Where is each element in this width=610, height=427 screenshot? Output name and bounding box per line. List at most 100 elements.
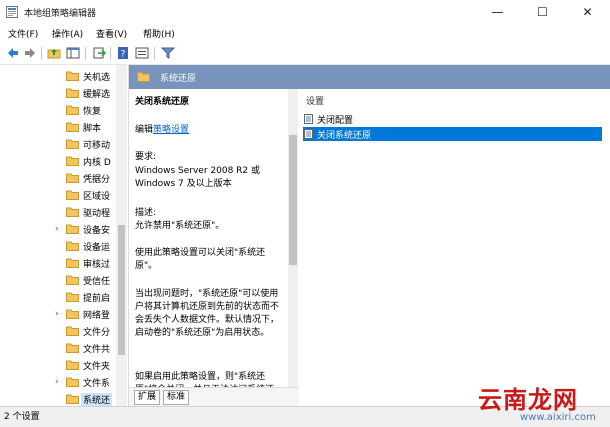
requirements-label: 要求:: [135, 152, 157, 162]
setting-row-label: 关闭配置: [317, 116, 354, 126]
maximize-button[interactable]: ☐: [520, 0, 565, 24]
description-paragraph-2: 当出现问题时，"系统还原"可以使用户将其计算机还原到先前的状态而不会丢失个人数据…: [135, 289, 280, 338]
tree-item-label: 网络登: [83, 311, 111, 321]
tree-item[interactable]: 文件分: [0, 323, 116, 340]
tree-item-label: 驱动程: [83, 209, 111, 219]
tree-item[interactable]: 内核 D: [0, 153, 116, 170]
folder-icon: [66, 122, 79, 132]
setting-row[interactable]: 关闭系统还原: [303, 127, 602, 141]
export-list-icon: [93, 47, 106, 59]
tree-item[interactable]: 脚本: [0, 119, 116, 136]
description-scrollbar-thumb[interactable]: [289, 135, 297, 265]
help-icon: ?: [118, 47, 128, 60]
folder-icon: [137, 72, 150, 82]
back-arrow-icon: [8, 48, 18, 58]
show-hide-tree-icon: [66, 47, 80, 59]
tree-item-label: 缓解选: [83, 90, 111, 100]
setting-row[interactable]: 关闭配置: [303, 112, 602, 126]
description-text: 允许禁用"系统还原"。: [135, 221, 225, 231]
minimize-button[interactable]: —: [475, 0, 520, 24]
menu-view[interactable]: 查看(V): [96, 27, 127, 40]
back-button[interactable]: [6, 46, 20, 60]
forward-arrow-icon: [25, 48, 35, 58]
minimize-icon: —: [491, 5, 504, 19]
watermark-brand: 云南龙网: [478, 386, 578, 414]
description-label: 描述:: [135, 208, 157, 218]
setting-row-label: 关闭系统还原: [317, 131, 372, 141]
tree-item-label: 凭据分: [83, 175, 111, 185]
filter-icon: [161, 47, 175, 59]
tree-item[interactable]: 凭据分: [0, 170, 116, 187]
chevron-right-icon[interactable]: ›: [55, 309, 59, 319]
tree-scrollbar-thumb[interactable]: [118, 225, 125, 355]
description-paragraph-1: 使用此策略设置可以关闭"系统还原"。: [135, 248, 266, 271]
folder-icon: [66, 292, 79, 302]
tab-standard[interactable]: 标准: [163, 390, 190, 405]
tree-item-label: 文件分: [83, 328, 111, 338]
show-tree-button[interactable]: [66, 46, 80, 60]
folder-icon: [66, 156, 79, 166]
toolbar-separator: [85, 47, 86, 60]
tree-item[interactable]: 文件夹: [0, 357, 116, 374]
menu-bar: 文件(F) 操作(A) 查看(V) 帮助(H): [0, 24, 610, 42]
tree-item-label: 提前启: [83, 294, 111, 304]
tree-item-label: 系统还: [81, 393, 113, 406]
tree-item-label: 内核 D: [83, 158, 111, 168]
tree-item[interactable]: 设备运: [0, 238, 116, 255]
folder-icon: [66, 207, 79, 217]
title-bar: 本地组策略编辑器 — ☐ ✕: [0, 0, 610, 24]
export-list-button[interactable]: [92, 46, 106, 60]
maximize-icon: ☐: [537, 5, 548, 19]
menu-file[interactable]: 文件(F): [8, 27, 38, 40]
chevron-right-icon[interactable]: ›: [55, 377, 59, 387]
folder-icon: [66, 275, 79, 285]
filter-button[interactable]: [161, 46, 175, 60]
tree-item[interactable]: 驱动程: [0, 204, 116, 221]
tree-item[interactable]: › 网络登: [0, 306, 116, 323]
tree-item[interactable]: 系统还: [0, 391, 116, 406]
up-folder-button[interactable]: [47, 46, 61, 60]
tree-item-label: 区域设: [83, 192, 111, 202]
chevron-right-icon[interactable]: ›: [55, 224, 59, 234]
help-button[interactable]: ?: [116, 46, 130, 60]
menu-help[interactable]: 帮助(H): [143, 27, 175, 40]
edit-prefix: 编辑: [135, 125, 154, 135]
tree-item-label: 受信任: [83, 277, 111, 287]
folder-icon: [66, 394, 79, 404]
folder-icon: [66, 377, 79, 387]
tree-item-label: 文件共: [83, 345, 111, 355]
close-button[interactable]: ✕: [565, 0, 610, 24]
edit-policy-link[interactable]: 策略设置: [153, 125, 189, 135]
tree-item-label: 恢复: [83, 107, 102, 117]
policy-tree: 关机选缓解选恢复脚本可移动内核 D 凭据分区域设驱动程 › 设备安 设备运 审核过受信任提…: [0, 65, 129, 406]
tree-item[interactable]: 缓解选: [0, 85, 116, 102]
panel-header: [129, 65, 610, 89]
tree-item[interactable]: 可移动: [0, 136, 116, 153]
policy-setting-icon: [304, 129, 313, 139]
tree-item[interactable]: › 文件系: [0, 374, 116, 391]
tree-item[interactable]: 关机选: [0, 68, 116, 85]
folder-icon: [66, 309, 79, 319]
forward-button[interactable]: [23, 46, 37, 60]
toolbar: ?: [0, 42, 610, 65]
svg-text:?: ?: [121, 50, 126, 60]
settings-column-header[interactable]: 设置: [306, 94, 324, 107]
tree-item[interactable]: 审核过: [0, 255, 116, 272]
menu-action[interactable]: 操作(A): [52, 27, 83, 40]
tree-item[interactable]: 提前启: [0, 289, 116, 306]
toolbar-separator: [110, 47, 111, 60]
tab-extended[interactable]: 扩展: [134, 390, 161, 405]
folder-icon: [66, 105, 79, 115]
tree-item[interactable]: › 设备安: [0, 221, 116, 238]
tree-item-label: 关机选: [83, 73, 111, 83]
folder-icon: [66, 343, 79, 353]
folder-up-icon: [47, 49, 61, 59]
tree-item-label: 可移动: [83, 141, 111, 151]
folder-icon: [66, 326, 79, 336]
tree-item[interactable]: 恢复: [0, 102, 116, 119]
tree-item[interactable]: 区域设: [0, 187, 116, 204]
tree-item[interactable]: 文件共: [0, 340, 116, 357]
tree-item[interactable]: 受信任: [0, 272, 116, 289]
properties-button[interactable]: [135, 46, 149, 60]
tree-item-label: 文件系: [83, 379, 111, 389]
